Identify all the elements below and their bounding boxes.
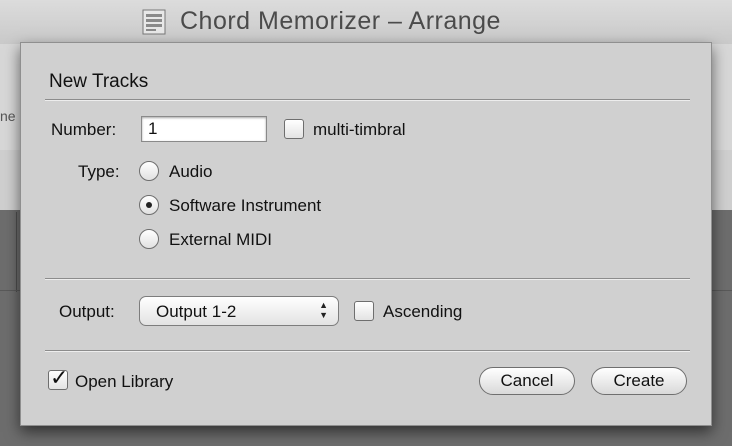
multi-timbral-label[interactable]: multi-timbral bbox=[313, 120, 406, 140]
radio-selected-dot bbox=[146, 202, 152, 208]
type-radio-external-midi[interactable] bbox=[139, 229, 159, 249]
separator bbox=[45, 99, 690, 101]
output-label: Output: bbox=[59, 302, 115, 321]
type-label: Type: bbox=[78, 162, 120, 181]
app-titlebar: Chord Memorizer – Arrange bbox=[0, 0, 732, 45]
multi-timbral-checkbox[interactable] bbox=[284, 119, 304, 139]
type-radio-audio[interactable] bbox=[139, 161, 159, 181]
partial-toolbar-text: ne bbox=[0, 108, 16, 124]
create-button[interactable]: Create bbox=[591, 367, 687, 395]
cancel-button[interactable]: Cancel bbox=[479, 367, 575, 395]
updown-arrows-icon: ▲ ▼ bbox=[319, 300, 328, 320]
type-radio-software-instrument[interactable] bbox=[139, 195, 159, 215]
app-divider bbox=[16, 212, 17, 292]
dialog-title: New Tracks bbox=[49, 71, 149, 92]
output-popup-value: Output 1-2 bbox=[156, 302, 237, 321]
checkmark-icon: ✓ bbox=[50, 365, 69, 390]
open-library-label[interactable]: Open Library bbox=[75, 372, 173, 392]
separator bbox=[45, 278, 690, 280]
document-icon bbox=[142, 9, 166, 35]
type-option-audio-label[interactable]: Audio bbox=[169, 162, 212, 182]
ascending-label[interactable]: Ascending bbox=[383, 302, 462, 322]
new-tracks-dialog: New Tracks Number: multi-timbral Type: A… bbox=[20, 42, 712, 426]
open-library-checkbox[interactable]: ✓ bbox=[48, 365, 68, 390]
number-field[interactable] bbox=[141, 116, 267, 142]
separator bbox=[45, 350, 690, 352]
type-option-external-midi-label[interactable]: External MIDI bbox=[169, 230, 272, 250]
ascending-checkbox[interactable] bbox=[354, 301, 374, 321]
number-label: Number: bbox=[51, 120, 117, 139]
window-title: Chord Memorizer – Arrange bbox=[180, 7, 501, 35]
output-popup[interactable]: Output 1-2 ▲ ▼ bbox=[139, 296, 339, 326]
type-option-software-instrument-label[interactable]: Software Instrument bbox=[169, 196, 321, 216]
